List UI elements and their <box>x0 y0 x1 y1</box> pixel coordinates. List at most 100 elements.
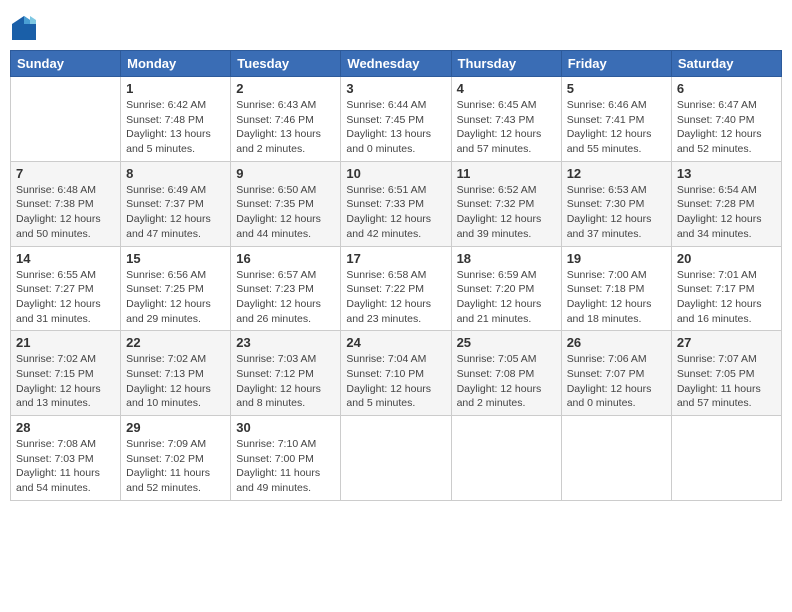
calendar-cell: 2 Sunrise: 6:43 AMSunset: 7:46 PMDaylight… <box>231 77 341 162</box>
calendar-cell <box>451 416 561 501</box>
day-number: 5 <box>567 81 666 96</box>
day-number: 16 <box>236 251 335 266</box>
calendar-cell: 13Sunrise: 6:54 AMSunset: 7:28 PMDayligh… <box>671 161 781 246</box>
cell-info: Sunrise: 7:04 AMSunset: 7:10 PMDaylight:… <box>346 352 445 411</box>
calendar-cell: 21 Sunrise: 7:02 AMSunset: 7:15 PMDayligh… <box>11 331 121 416</box>
cell-info: Sunrise: 6:53 AMSunset: 7:30 PMDaylight:… <box>567 183 666 242</box>
day-number: 27 <box>677 335 776 350</box>
calendar-cell: 24 Sunrise: 7:04 AMSunset: 7:10 PMDayligh… <box>341 331 451 416</box>
day-number: 1 <box>126 81 225 96</box>
week-row-3: 14 Sunrise: 6:55 AMSunset: 7:27 PMDayligh… <box>11 246 782 331</box>
day-number: 20 <box>677 251 776 266</box>
cell-info: Sunrise: 6:50 AMSunset: 7:35 PMDaylight:… <box>236 183 335 242</box>
cell-info: Sunrise: 7:03 AMSunset: 7:12 PMDaylight:… <box>236 352 335 411</box>
cell-info: Sunrise: 6:42 AMSunset: 7:48 PMDaylight:… <box>126 98 225 157</box>
calendar-cell: 6 Sunrise: 6:47 AMSunset: 7:40 PMDaylight… <box>671 77 781 162</box>
cell-info: Sunrise: 6:58 AMSunset: 7:22 PMDaylight:… <box>346 268 445 327</box>
day-number: 25 <box>457 335 556 350</box>
day-number: 10 <box>346 166 445 181</box>
calendar-cell: 11 Sunrise: 6:52 AMSunset: 7:32 PMDayligh… <box>451 161 561 246</box>
day-number: 18 <box>457 251 556 266</box>
calendar-cell: 18Sunrise: 6:59 AMSunset: 7:20 PMDayligh… <box>451 246 561 331</box>
day-number: 30 <box>236 420 335 435</box>
week-row-5: 28 Sunrise: 7:08 AMSunset: 7:03 PMDayligh… <box>11 416 782 501</box>
day-number: 19 <box>567 251 666 266</box>
calendar-cell: 17Sunrise: 6:58 AMSunset: 7:22 PMDayligh… <box>341 246 451 331</box>
calendar-cell: 26 Sunrise: 7:06 AMSunset: 7:07 PMDayligh… <box>561 331 671 416</box>
weekday-header-friday: Friday <box>561 51 671 77</box>
cell-info: Sunrise: 6:51 AMSunset: 7:33 PMDaylight:… <box>346 183 445 242</box>
cell-info: Sunrise: 6:44 AMSunset: 7:45 PMDaylight:… <box>346 98 445 157</box>
calendar-cell: 25 Sunrise: 7:05 AMSunset: 7:08 PMDayligh… <box>451 331 561 416</box>
cell-info: Sunrise: 7:05 AMSunset: 7:08 PMDaylight:… <box>457 352 556 411</box>
calendar-cell: 9 Sunrise: 6:50 AMSunset: 7:35 PMDaylight… <box>231 161 341 246</box>
day-number: 28 <box>16 420 115 435</box>
calendar-cell: 5Sunrise: 6:46 AMSunset: 7:41 PMDaylight… <box>561 77 671 162</box>
calendar: SundayMondayTuesdayWednesdayThursdayFrid… <box>10 50 782 501</box>
cell-info: Sunrise: 7:09 AMSunset: 7:02 PMDaylight:… <box>126 437 225 496</box>
cell-info: Sunrise: 6:57 AMSunset: 7:23 PMDaylight:… <box>236 268 335 327</box>
day-number: 6 <box>677 81 776 96</box>
cell-info: Sunrise: 6:43 AMSunset: 7:46 PMDaylight:… <box>236 98 335 157</box>
calendar-cell: 23 Sunrise: 7:03 AMSunset: 7:12 PMDayligh… <box>231 331 341 416</box>
calendar-cell: 19 Sunrise: 7:00 AMSunset: 7:18 PMDayligh… <box>561 246 671 331</box>
calendar-cell: 28 Sunrise: 7:08 AMSunset: 7:03 PMDayligh… <box>11 416 121 501</box>
logo <box>10 14 42 42</box>
day-number: 22 <box>126 335 225 350</box>
cell-info: Sunrise: 6:48 AMSunset: 7:38 PMDaylight:… <box>16 183 115 242</box>
day-number: 9 <box>236 166 335 181</box>
day-number: 23 <box>236 335 335 350</box>
calendar-cell: 29 Sunrise: 7:09 AMSunset: 7:02 PMDayligh… <box>121 416 231 501</box>
calendar-cell: 30 Sunrise: 7:10 AMSunset: 7:00 PMDayligh… <box>231 416 341 501</box>
cell-info: Sunrise: 7:06 AMSunset: 7:07 PMDaylight:… <box>567 352 666 411</box>
week-row-2: 7 Sunrise: 6:48 AMSunset: 7:38 PMDaylight… <box>11 161 782 246</box>
calendar-cell: 22Sunrise: 7:02 AMSunset: 7:13 PMDayligh… <box>121 331 231 416</box>
page-header <box>10 10 782 42</box>
calendar-cell: 7 Sunrise: 6:48 AMSunset: 7:38 PMDaylight… <box>11 161 121 246</box>
calendar-cell <box>671 416 781 501</box>
calendar-cell: 12Sunrise: 6:53 AMSunset: 7:30 PMDayligh… <box>561 161 671 246</box>
weekday-header-saturday: Saturday <box>671 51 781 77</box>
weekday-header-monday: Monday <box>121 51 231 77</box>
day-number: 15 <box>126 251 225 266</box>
week-row-1: 1 Sunrise: 6:42 AMSunset: 7:48 PMDaylight… <box>11 77 782 162</box>
cell-info: Sunrise: 6:49 AMSunset: 7:37 PMDaylight:… <box>126 183 225 242</box>
cell-info: Sunrise: 7:01 AMSunset: 7:17 PMDaylight:… <box>677 268 776 327</box>
day-number: 14 <box>16 251 115 266</box>
weekday-header-wednesday: Wednesday <box>341 51 451 77</box>
cell-info: Sunrise: 6:47 AMSunset: 7:40 PMDaylight:… <box>677 98 776 157</box>
logo-icon <box>10 14 38 42</box>
weekday-header-thursday: Thursday <box>451 51 561 77</box>
calendar-cell: 20 Sunrise: 7:01 AMSunset: 7:17 PMDayligh… <box>671 246 781 331</box>
weekday-header-tuesday: Tuesday <box>231 51 341 77</box>
calendar-cell: 15 Sunrise: 6:56 AMSunset: 7:25 PMDayligh… <box>121 246 231 331</box>
day-number: 26 <box>567 335 666 350</box>
weekday-header-sunday: Sunday <box>11 51 121 77</box>
day-number: 11 <box>457 166 556 181</box>
week-row-4: 21 Sunrise: 7:02 AMSunset: 7:15 PMDayligh… <box>11 331 782 416</box>
calendar-cell: 10 Sunrise: 6:51 AMSunset: 7:33 PMDayligh… <box>341 161 451 246</box>
calendar-cell <box>341 416 451 501</box>
day-number: 7 <box>16 166 115 181</box>
day-number: 8 <box>126 166 225 181</box>
cell-info: Sunrise: 6:55 AMSunset: 7:27 PMDaylight:… <box>16 268 115 327</box>
cell-info: Sunrise: 7:10 AMSunset: 7:00 PMDaylight:… <box>236 437 335 496</box>
cell-info: Sunrise: 6:52 AMSunset: 7:32 PMDaylight:… <box>457 183 556 242</box>
day-number: 3 <box>346 81 445 96</box>
day-number: 24 <box>346 335 445 350</box>
day-number: 2 <box>236 81 335 96</box>
cell-info: Sunrise: 7:02 AMSunset: 7:15 PMDaylight:… <box>16 352 115 411</box>
calendar-cell <box>561 416 671 501</box>
cell-info: Sunrise: 7:00 AMSunset: 7:18 PMDaylight:… <box>567 268 666 327</box>
day-number: 21 <box>16 335 115 350</box>
cell-info: Sunrise: 6:54 AMSunset: 7:28 PMDaylight:… <box>677 183 776 242</box>
cell-info: Sunrise: 6:45 AMSunset: 7:43 PMDaylight:… <box>457 98 556 157</box>
day-number: 29 <box>126 420 225 435</box>
cell-info: Sunrise: 6:56 AMSunset: 7:25 PMDaylight:… <box>126 268 225 327</box>
cell-info: Sunrise: 7:08 AMSunset: 7:03 PMDaylight:… <box>16 437 115 496</box>
weekday-header-row: SundayMondayTuesdayWednesdayThursdayFrid… <box>11 51 782 77</box>
calendar-cell: 4Sunrise: 6:45 AMSunset: 7:43 PMDaylight… <box>451 77 561 162</box>
calendar-cell: 8 Sunrise: 6:49 AMSunset: 7:37 PMDaylight… <box>121 161 231 246</box>
calendar-cell <box>11 77 121 162</box>
cell-info: Sunrise: 7:07 AMSunset: 7:05 PMDaylight:… <box>677 352 776 411</box>
